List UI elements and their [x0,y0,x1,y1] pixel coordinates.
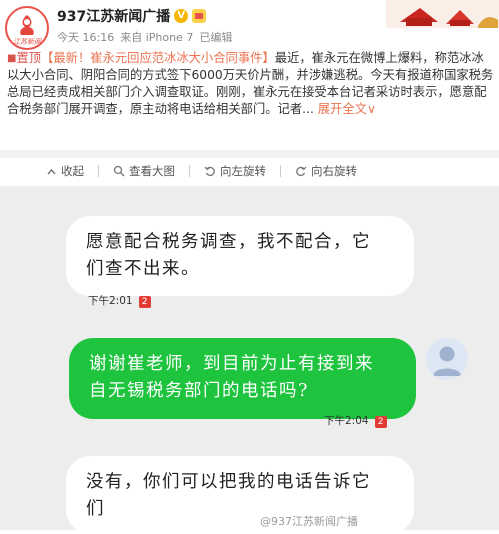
timestamp-text: 下午2:04 [324,415,369,427]
magnifier-icon [113,165,125,177]
message-line: 们查不出来。 [86,259,200,279]
message-line: 愿意配合税务调查，我不配合，它 [86,232,371,252]
expand-full-text-link[interactable]: 展开全文∨ [318,102,376,116]
collapse-button[interactable]: 收起 [46,163,84,179]
post-time: 今天 16:16 [57,31,115,44]
number-badge: 2 [138,296,151,308]
message-line: 自无锡税务部门的电话吗? [89,381,309,401]
chevron-down-icon: ∨ [367,102,377,116]
chat-bubble-incoming: 没有，你们可以把我的电话告诉它 们 [66,456,414,534]
image-toolbar: 收起 查看大图 向左旋转 向右旋转 [0,161,499,181]
section-divider [0,150,499,158]
rotate-right-button[interactable]: 向右旋转 [295,163,357,179]
message-line: 没有，你们可以把我的电话告诉它 [86,472,371,492]
view-large-button[interactable]: 查看大图 [113,163,175,179]
post-topic[interactable]: 【最新！崔永元回应范冰冰大小合同事件】 [41,51,275,65]
account-name[interactable]: 937江苏新闻广播 [57,6,170,26]
collapse-icon [47,168,56,174]
message-line: 谢谢崔老师，到目前为止有接到来 [89,354,374,374]
toolbar-separator [189,165,190,177]
verified-icon: V [174,9,189,23]
member-badge-icon [192,9,207,23]
chat-screenshot[interactable]: 愿意配合税务调查，我不配合，它 们查不出来。 下午2:01 2 谢谢崔老师，到目前… [0,186,499,534]
rotate-right-label: 向右旋转 [311,164,357,178]
post-meta: 今天 16:16 来自 iPhone 7 已编辑 [57,29,232,45]
post-ellipsis: ... [302,102,314,116]
rotate-left-label: 向左旋转 [220,164,266,178]
chat-bubble-outgoing: 谢谢崔老师，到目前为止有接到来 自无锡税务部门的电话吗? [69,338,416,419]
edited-label[interactable]: 已编辑 [199,29,232,45]
rotate-left-button[interactable]: 向左旋转 [204,163,266,179]
chat-bubble-incoming: 愿意配合税务调查，我不配合，它 们查不出来。 [66,216,414,296]
default-avatar-icon [433,346,461,376]
toolbar-separator [280,165,281,177]
view-large-label: 查看大图 [129,164,175,178]
watermark-text: @937江苏新闻广播 [260,515,358,528]
toolbar-separator [98,165,99,177]
pinned-label: 置顶 [16,51,42,65]
number-badge: 2 [374,416,387,428]
header-banner-decoration [386,0,499,28]
message-timestamp: 下午2:01 2 [88,293,151,308]
user-avatar [426,338,468,380]
message-timestamp: 下午2:04 2 [324,413,387,428]
post-source: 来自 iPhone 7 [120,31,194,44]
expand-label: 展开全文 [317,102,367,116]
account-avatar[interactable]: 江苏新闻 [5,6,49,50]
collapse-label: 收起 [61,164,84,178]
post-content: ■置顶【最新！崔永元回应范冰冰大小合同事件】最近，崔永元在微博上爆料，称范冰冰以… [7,50,494,118]
post-header: 江苏新闻 937江苏新闻广播 V 今天 16:16 来自 iPhone 7 已编… [0,0,499,50]
logo-text: 江苏新闻 [13,38,41,46]
rotate-left-icon [204,166,215,177]
rotate-right-icon [296,166,307,177]
timestamp-text: 下午2:01 [88,295,133,307]
account-line: 937江苏新闻广播 V [57,6,207,26]
watermark: @937江苏新闻广播 [260,513,358,529]
